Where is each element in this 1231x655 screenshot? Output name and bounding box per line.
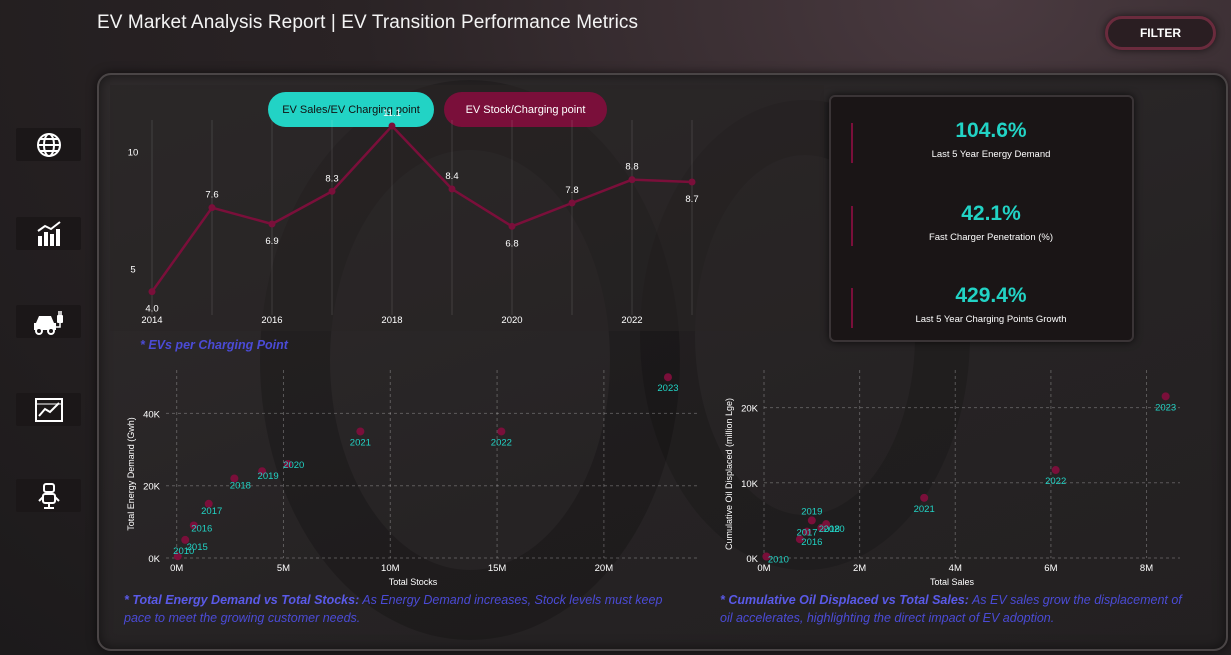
kpi-divider <box>851 206 853 246</box>
data-point <box>663 373 672 382</box>
filter-button[interactable]: FILTER <box>1105 16 1216 50</box>
kpi-label: Fast Charger Penetration (%) <box>928 232 1054 243</box>
y-axis-label: Cumulative Oil Displaced (million Lge) <box>724 398 734 550</box>
point-label: 2019 <box>258 471 279 482</box>
y-tick-label: 20K <box>741 404 759 415</box>
data-label: 4.0 <box>145 304 158 315</box>
point-label: 2020 <box>283 460 304 471</box>
scatter1-caption: * Total Energy Demand vs Total Stocks: A… <box>124 591 684 627</box>
point-label: 2016 <box>191 523 212 534</box>
y-tick-label: 40K <box>143 409 161 420</box>
point-label: 2017 <box>796 528 817 539</box>
data-label: 11.1 <box>383 108 401 119</box>
point-label: 2022 <box>491 437 512 448</box>
x-tick-label: 2020 <box>501 315 522 326</box>
data-point <box>148 288 156 296</box>
x-tick-label: 0M <box>170 563 183 574</box>
data-point <box>328 187 336 195</box>
data-point <box>508 222 516 230</box>
data-point <box>628 176 636 184</box>
y-axis-label: Total Energy Demand (Gwh) <box>126 417 136 531</box>
data-point <box>568 199 576 207</box>
point-label: 2017 <box>201 506 222 517</box>
point-label: 2022 <box>1045 476 1066 487</box>
data-point <box>688 178 696 186</box>
kpi-divider <box>851 123 853 163</box>
ev-per-charging-point-chart: 2014 2016 2018 2020 2022 5 10 4.0 7.6 6.9 8.3 11.1 8… <box>128 108 699 326</box>
kpi-value: 429.4% <box>955 284 1027 307</box>
y-tick-label: 0K <box>746 554 758 565</box>
data-label: 8.8 <box>625 162 638 173</box>
data-point <box>920 493 929 502</box>
x-tick-label: 8M <box>1140 563 1153 574</box>
y-tick-label: 10 <box>128 148 139 159</box>
energy-demand-vs-stocks-chart: 0M 5M 10M 15M 20M 0K 20K 40K Total Stocks Total E… <box>126 370 700 587</box>
kpi-energy-demand: 104.6% Last 5 Year Energy Demand <box>851 119 1121 163</box>
data-label: 6.8 <box>505 238 518 249</box>
y-tick-label: 10K <box>741 479 759 490</box>
data-point <box>807 516 816 525</box>
series-line <box>150 124 693 293</box>
x-tick-label: 5M <box>277 563 290 574</box>
scatter1-caption-title: * Total Energy Demand vs Total Stocks: <box>124 593 360 607</box>
data-label: 6.9 <box>265 236 278 247</box>
kpi-divider <box>851 288 853 328</box>
point-label: 2023 <box>657 383 678 394</box>
x-tick-label: 10M <box>381 563 400 574</box>
x-tick-label: 4M <box>949 563 962 574</box>
x-axis-label: Total Stocks <box>389 577 438 587</box>
data-label: 8.4 <box>445 171 458 182</box>
data-label: 7.8 <box>565 185 578 196</box>
data-point <box>448 185 456 193</box>
point-label: 2010 <box>768 554 789 565</box>
x-tick-label: 2018 <box>381 315 402 326</box>
y-tick-label: 0K <box>148 554 160 565</box>
point-label: 2023 <box>1155 402 1176 413</box>
scatter2-caption-title: * Cumulative Oil Displaced vs Total Sale… <box>720 593 969 607</box>
kpi-fast-charger: 42.1% Fast Charger Penetration (%) <box>851 202 1121 246</box>
x-tick-label: 2M <box>853 563 866 574</box>
data-label: 8.7 <box>685 194 698 205</box>
x-tick-label: 2014 <box>141 315 162 326</box>
x-axis-label: Total Sales <box>930 577 975 587</box>
point-label: 2018 <box>230 480 251 491</box>
y-tick-label: 20K <box>143 482 161 493</box>
kpi-label: Last 5 Year Energy Demand <box>931 149 1051 160</box>
data-label: 8.3 <box>325 173 338 184</box>
line-chart-icon[interactable] <box>16 393 81 426</box>
x-tick-label: 15M <box>488 563 507 574</box>
y-tick-label: 5 <box>130 264 135 275</box>
line-chart-caption: * EVs per Charging Point <box>140 338 288 352</box>
kpi-value: 104.6% <box>955 119 1027 142</box>
data-point <box>497 427 506 436</box>
x-tick-label: 6M <box>1044 563 1057 574</box>
scatter2-caption: * Cumulative Oil Displaced vs Total Sale… <box>720 591 1195 627</box>
point-label: 2021 <box>350 437 371 448</box>
data-point <box>268 220 276 228</box>
point-label: 2015 <box>187 542 208 553</box>
oil-displaced-vs-sales-chart: 0M 2M 4M 6M 8M0K10K20KTotal SalesCumulative … <box>724 370 1180 587</box>
data-point <box>356 427 365 436</box>
data-point <box>388 122 396 130</box>
robot-icon[interactable] <box>16 479 81 512</box>
data-point <box>1161 392 1170 401</box>
kpi-charging-growth: 429.4% Last 5 Year Charging Points Growt… <box>851 284 1121 328</box>
x-tick-label: 20M <box>595 563 614 574</box>
kpi-label: Last 5 Year Charging Points Growth <box>915 314 1067 325</box>
point-label: 2016 <box>801 537 822 548</box>
point-label: 2019 <box>801 506 822 517</box>
point-label: 2021 <box>914 504 935 515</box>
data-label: 7.6 <box>205 190 218 201</box>
data-point <box>1051 466 1060 475</box>
x-tick-label: 2022 <box>621 315 642 326</box>
point-label: 2020 <box>824 524 845 535</box>
kpi-panel: 104.6% Last 5 Year Energy Demand 42.1% F… <box>829 95 1134 342</box>
data-point <box>208 204 216 212</box>
x-tick-label: 2016 <box>261 315 282 326</box>
kpi-value: 42.1% <box>961 202 1021 225</box>
